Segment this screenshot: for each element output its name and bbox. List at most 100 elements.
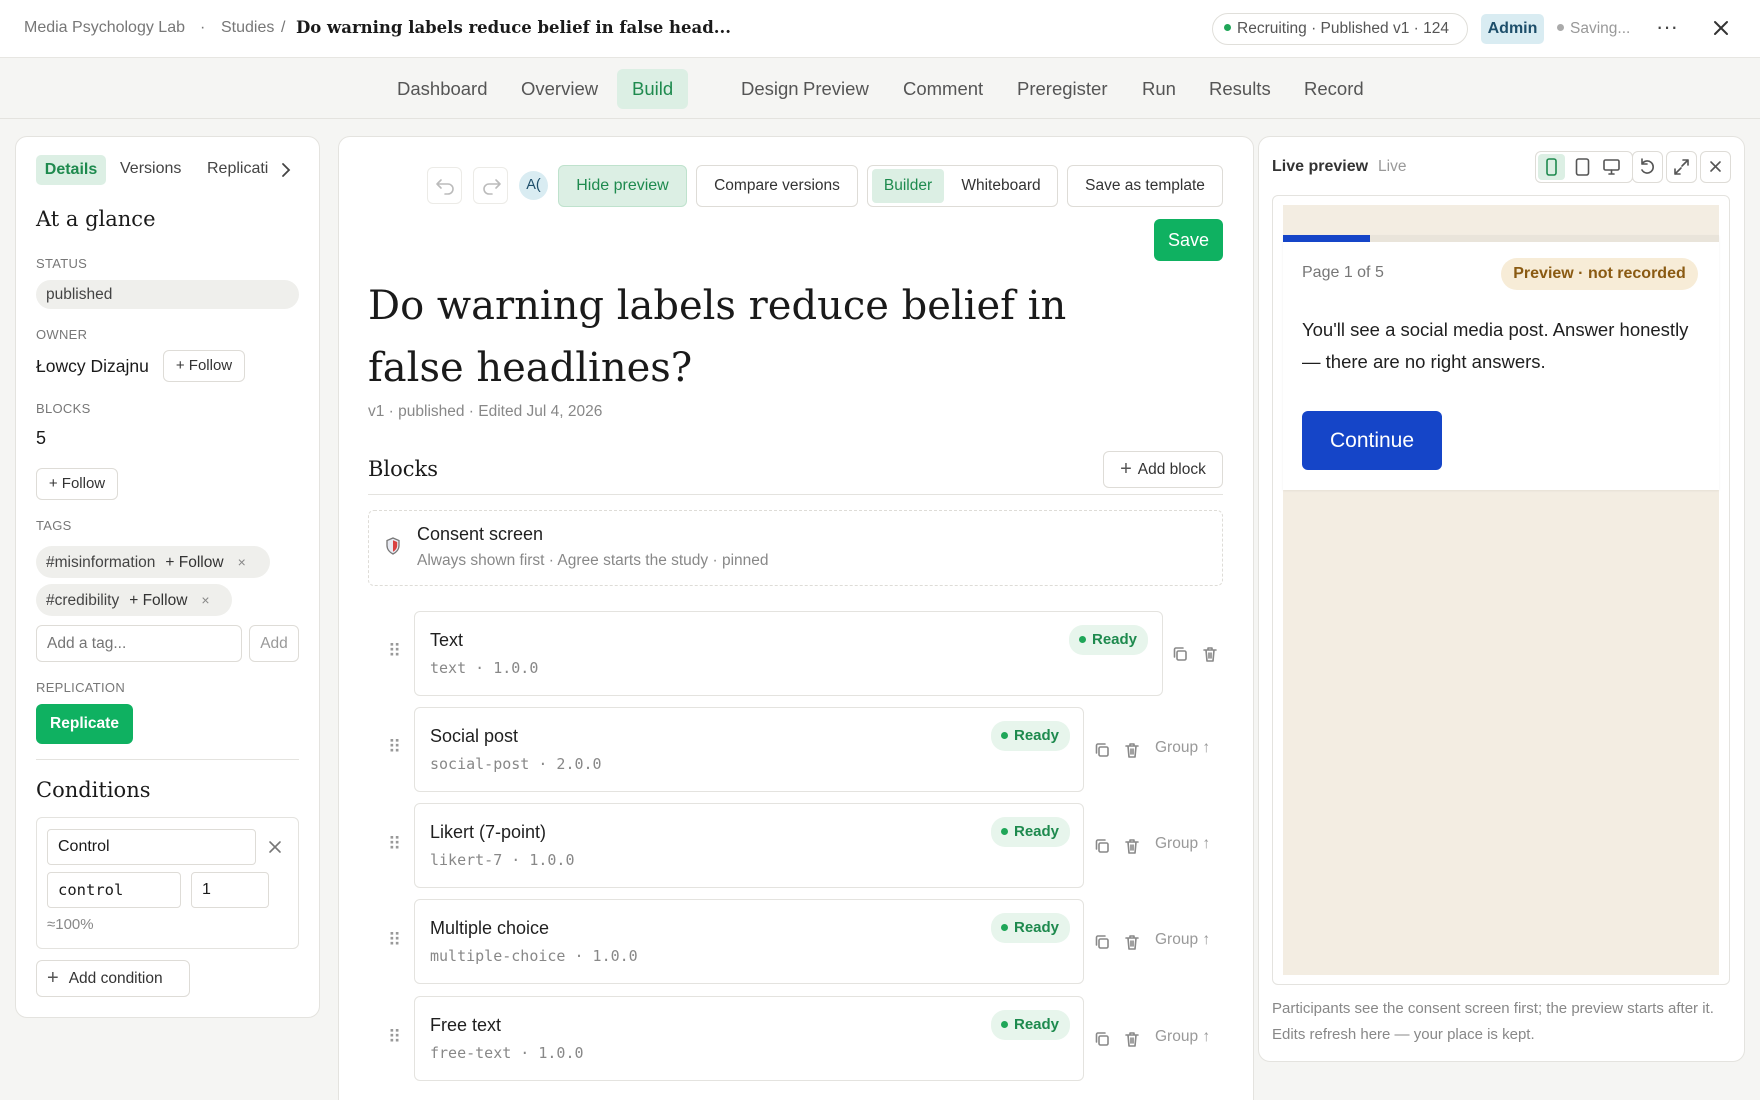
drag-handle-icon[interactable]: ⠿ <box>388 641 401 662</box>
continue-button[interactable]: Continue <box>1302 411 1442 470</box>
compare-versions-button[interactable]: Compare versions <box>696 165 858 207</box>
trash-icon[interactable] <box>1201 645 1219 663</box>
group-up-button[interactable]: Group ↑ <box>1155 739 1210 757</box>
drag-handle-icon[interactable]: ⠿ <box>388 930 401 951</box>
preview-live-label: Live <box>1378 158 1407 175</box>
save-as-template-button[interactable]: Save as template <box>1067 165 1223 207</box>
block-card[interactable] <box>414 803 1084 888</box>
add-tag-button[interactable]: Add <box>249 625 299 662</box>
trash-icon[interactable] <box>1123 837 1141 855</box>
group-up-button[interactable]: Group ↑ <box>1155 1028 1210 1046</box>
copy-icon[interactable] <box>1171 645 1189 663</box>
block-subtitle: likert-7 · 1.0.0 <box>430 851 575 869</box>
consent-subtitle: Always shown first · Agree starts the st… <box>417 552 769 569</box>
desktop-icon[interactable] <box>1598 154 1625 180</box>
hide-preview-button[interactable]: Hide preview <box>558 165 687 207</box>
replicate-button[interactable]: Replicate <box>36 704 133 744</box>
avatar[interactable]: A( <box>519 171 548 200</box>
block-card[interactable] <box>414 899 1084 984</box>
close-icon[interactable] <box>1712 19 1730 37</box>
whiteboard-toggle[interactable]: Whiteboard <box>950 169 1052 203</box>
builder-toggle[interactable]: Builder <box>872 169 944 203</box>
tab-comment[interactable]: Comment <box>888 69 998 109</box>
tag-chip[interactable]: #credibility + Follow × <box>36 584 232 616</box>
trash-icon[interactable] <box>1123 741 1141 759</box>
status-badge: Ready <box>991 817 1071 847</box>
breadcrumb-org[interactable]: Media Psychology Lab <box>24 19 185 37</box>
remove-condition-icon[interactable] <box>268 840 282 854</box>
trash-icon[interactable] <box>1123 1030 1141 1048</box>
tablet-icon[interactable] <box>1569 154 1596 180</box>
block-card[interactable] <box>414 996 1084 1081</box>
redo-button[interactable] <box>473 167 508 204</box>
ellipsis-icon[interactable]: ··· <box>1655 14 1679 44</box>
tag-chip[interactable]: #misinformation + Follow × <box>36 546 270 578</box>
close-icon <box>1710 161 1721 172</box>
block-card[interactable] <box>414 611 1163 696</box>
add-condition-button[interactable]: + Add condition <box>36 960 190 997</box>
consent-title: Consent screen <box>417 524 544 544</box>
tab-run[interactable]: Run <box>1127 69 1191 109</box>
status-badge: Ready <box>991 913 1071 943</box>
divider <box>36 759 299 760</box>
add-condition-label: Add condition <box>68 970 163 987</box>
tab-overview[interactable]: Overview <box>506 69 613 109</box>
tab-dashboard[interactable]: Dashboard <box>382 69 503 109</box>
drag-handle-icon[interactable]: ⠿ <box>388 737 401 758</box>
group-up-button[interactable]: Group ↑ <box>1155 835 1210 853</box>
breadcrumb-separator: / <box>281 19 286 36</box>
status-badge: Ready <box>991 721 1071 751</box>
expand-button[interactable] <box>1666 151 1697 183</box>
tab-build[interactable]: Build <box>617 69 689 109</box>
tag-remove-icon[interactable]: × <box>238 554 246 570</box>
preview-body: You'll see a social media post. Answer h… <box>1302 319 1689 372</box>
tab-preview[interactable]: Preview <box>788 69 884 109</box>
undo-button[interactable] <box>427 167 462 204</box>
tab-results[interactable]: Results <box>1194 69 1286 109</box>
copy-icon[interactable] <box>1093 741 1111 759</box>
condition-name-field[interactable]: Control <box>47 829 256 865</box>
copy-icon[interactable] <box>1093 837 1111 855</box>
breadcrumb-studies[interactable]: Studies <box>221 19 274 37</box>
mobile-view-button[interactable] <box>1538 154 1565 180</box>
group-up-button[interactable]: Group ↑ <box>1155 931 1210 949</box>
trash-icon[interactable] <box>1123 933 1141 951</box>
status-badge-label: Ready <box>1014 823 1060 840</box>
sidebar-tab-details[interactable]: Details <box>36 155 106 185</box>
status-chip[interactable]: Recruiting · Published v1 · 124 <box>1212 13 1468 45</box>
follow-owner-button[interactable]: + Follow <box>163 350 245 382</box>
consent-block[interactable] <box>368 510 1223 586</box>
plus-icon: + <box>47 967 59 989</box>
tag-follow-button[interactable]: + Follow <box>129 592 187 609</box>
conditions-heading: Conditions <box>36 778 151 802</box>
breadcrumb-separator: · <box>200 19 206 36</box>
blocks-count: 5 <box>36 428 47 448</box>
add-block-button[interactable]: + Add block <box>1103 451 1223 488</box>
tab-record[interactable]: Record <box>1289 69 1379 109</box>
copy-icon[interactable] <box>1093 933 1111 951</box>
save-button[interactable]: Save <box>1154 219 1223 261</box>
chevron-right-icon[interactable] <box>280 162 292 178</box>
condition-weight-field[interactable]: 1 <box>191 872 269 908</box>
sidebar-tab-replication[interactable]: Replicati <box>207 160 273 178</box>
saving-text: Saving... <box>1570 20 1631 37</box>
expand-icon <box>1674 159 1689 175</box>
tag-remove-icon[interactable]: × <box>201 592 209 608</box>
drag-handle-icon[interactable]: ⠿ <box>388 1027 401 1048</box>
preview-title: Live preview <box>1272 158 1369 175</box>
status-badge-label: Ready <box>1014 919 1060 936</box>
follow-blocks-button[interactable]: + Follow <box>36 468 118 500</box>
refresh-button[interactable] <box>1632 151 1663 183</box>
block-card[interactable] <box>414 707 1084 792</box>
tag-input[interactable] <box>36 625 242 662</box>
sidebar-tab-versions[interactable]: Versions <box>120 160 181 178</box>
owner-name[interactable]: Łowcy Dizajnu <box>36 356 149 377</box>
copy-icon[interactable] <box>1093 1030 1111 1048</box>
block-subtitle: multiple-choice · 1.0.0 <box>430 947 638 965</box>
condition-key-field[interactable]: control <box>47 872 181 908</box>
tag-name: #credibility <box>46 592 120 609</box>
tag-follow-button[interactable]: + Follow <box>165 554 223 571</box>
drag-handle-icon[interactable]: ⠿ <box>388 834 401 855</box>
tab-preregister[interactable]: Preregister <box>1002 69 1122 109</box>
close-preview-button[interactable] <box>1700 151 1731 183</box>
